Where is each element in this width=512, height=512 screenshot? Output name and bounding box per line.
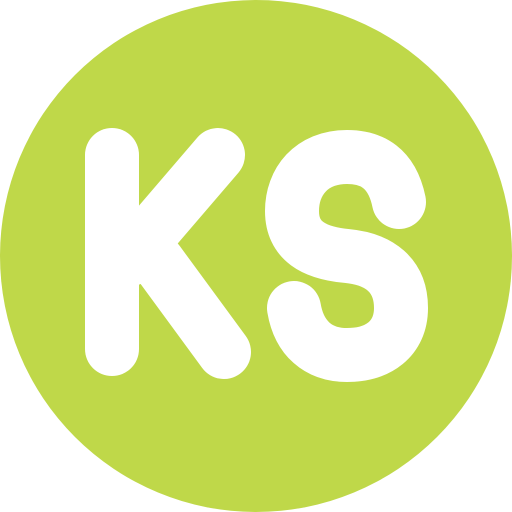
- logo-badge: KS: [0, 0, 512, 512]
- logo-circle: [0, 0, 512, 512]
- ks-logo-icon: [0, 0, 512, 512]
